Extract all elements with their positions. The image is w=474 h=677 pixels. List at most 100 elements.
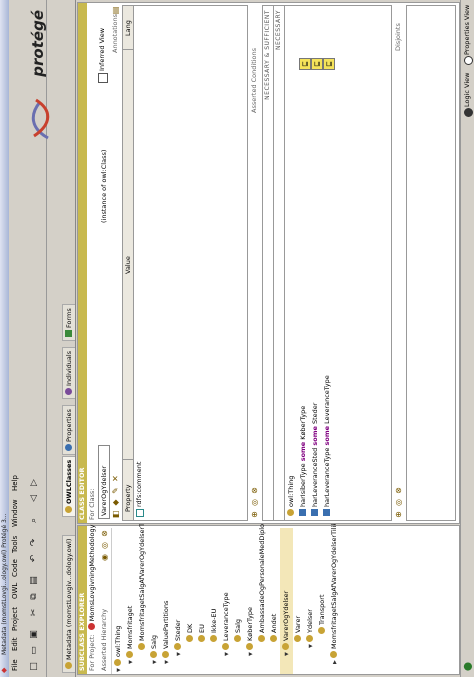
menu-project[interactable]: Project	[11, 607, 19, 631]
logo-swirl-icon	[31, 98, 50, 140]
back-icon[interactable]: ◁	[28, 492, 41, 505]
add-disjoint-class-icon[interactable]: ◎	[394, 498, 403, 507]
create-sibling-icon[interactable]: ◎	[100, 541, 109, 550]
condition-item[interactable]: harLeveranceSted some Steder	[311, 403, 319, 516]
open-icon[interactable]: ▭	[28, 644, 41, 657]
class-icon	[282, 643, 289, 650]
tree-item[interactable]: Ikke-EU	[208, 609, 220, 648]
table-row[interactable]: rdfs:comment	[135, 6, 145, 520]
annotations-label: Annotations	[111, 13, 119, 53]
logic-view-radio[interactable]	[464, 108, 473, 117]
collapse-icon: ▼	[248, 652, 254, 656]
tab-forms[interactable]: Forms	[62, 304, 75, 341]
table-header: Property Value Lang	[123, 6, 134, 520]
necessary-label: NECESSARY	[275, 10, 282, 51]
inherited-tag: ⊑	[323, 58, 335, 70]
collapse-icon: ▼	[224, 652, 230, 656]
collapse-icon: ▼	[128, 660, 134, 664]
tab-properties[interactable]: Properties	[62, 405, 75, 455]
class-icon	[270, 635, 277, 642]
edit-annotation-icon[interactable]: ✎	[111, 486, 120, 495]
tree-item-selected[interactable]: ▼VarerOgYdelser	[280, 528, 293, 674]
tree-item[interactable]: DK	[184, 624, 196, 648]
class-icon	[258, 635, 265, 642]
for-class-label: For Class:	[88, 488, 96, 520]
tab-owlclasses[interactable]: OWLClasses	[62, 455, 75, 517]
condition-item[interactable]: harLeveranceType some LeveranceType	[323, 375, 331, 516]
class-icon	[162, 651, 169, 658]
redo-icon[interactable]: ↷	[28, 536, 41, 549]
tree-item[interactable]: Transport	[316, 594, 328, 640]
menu-window[interactable]: Window	[11, 499, 19, 527]
tab-individuals[interactable]: Individuals	[62, 346, 75, 399]
add-value-icon[interactable]: ◆	[111, 498, 120, 507]
add-named-class-icon[interactable]: ◎	[250, 498, 259, 507]
delete-annotation-icon[interactable]: ✕	[111, 474, 120, 483]
subclass-explorer: SUBCLASS EXPLORER For Project: MomsLovgi…	[77, 489, 460, 675]
class-icon	[198, 635, 205, 642]
subclass-explorer-header: SUBCLASS EXPLORER	[78, 526, 87, 674]
toolbar: □ ▭ ▣ ✂ ⧉ ▤ ↶ ↷ ⌕ ◁ ▷ protégé	[24, 0, 50, 677]
inferred-view-checkbox[interactable]	[98, 73, 108, 83]
asserted-conditions-label: Asserted Conditions	[250, 47, 258, 113]
class-name-field[interactable]: VarerOgYdelser	[98, 445, 110, 519]
find-icon[interactable]: ⌕	[28, 514, 41, 527]
column-divider	[123, 49, 133, 50]
necessary-header: NECESSARY	[274, 6, 285, 520]
forward-icon[interactable]: ▷	[28, 476, 41, 489]
class-icon	[234, 635, 241, 642]
column-lang[interactable]: Lang	[124, 20, 132, 36]
collapse-icon: ▼	[284, 652, 290, 656]
menu-tools[interactable]: Tools	[11, 536, 19, 553]
class-icon	[318, 627, 325, 634]
tree-item[interactable]: Varer	[292, 616, 304, 648]
protege-logo: protégé	[26, 6, 56, 146]
class-editor-header: CLASS EDITOR	[78, 3, 87, 523]
forms-icon	[65, 330, 72, 337]
column-property[interactable]: Property	[124, 484, 132, 512]
class-icon	[138, 643, 145, 650]
create-subclass-icon[interactable]: ◉	[100, 553, 109, 562]
class-editor: CLASS EDITOR For Class: VarerOgYdelser (…	[77, 2, 460, 524]
menu-file[interactable]: File	[11, 659, 19, 671]
menu-help[interactable]: Help	[11, 475, 19, 491]
restriction-icon	[323, 509, 330, 516]
new-icon[interactable]: □	[28, 660, 41, 673]
tree-item[interactable]: ▶MomsfritagetSalgAfVarerOgYdelserTilikke…	[328, 503, 341, 664]
tab-bar: Metadata (momstLovgiv...dology.owl) OWLC…	[61, 0, 76, 677]
tree-item[interactable]: EU	[196, 624, 208, 648]
delete-class-icon[interactable]: ⊗	[100, 529, 109, 538]
instance-note: (instance of owl:Class)	[100, 149, 108, 223]
tree-item[interactable]: Salg	[232, 619, 244, 648]
condition-item[interactable]: harIsiberType some KøberType	[299, 406, 307, 516]
add-annotation-icon[interactable]: ◧	[111, 510, 120, 519]
collapse-icon: ▼	[116, 668, 122, 672]
inherited-tag: ⊑	[311, 58, 323, 70]
remove-disjoint-icon[interactable]: ⊗	[394, 486, 403, 495]
tab-metadata[interactable]: Metadata (momstLovgiv...dology.owl)	[62, 534, 75, 673]
menu-owl[interactable]: OWL	[11, 583, 19, 599]
remove-condition-icon[interactable]: ⊗	[250, 486, 259, 495]
add-disjoint-icon[interactable]: ⊕	[394, 510, 403, 519]
cut-icon[interactable]: ✂	[28, 606, 41, 619]
title-bar: ◆ Metadata (momstLovgi...ology.owl) Prot…	[0, 0, 9, 677]
expand-icon: ▶	[332, 660, 338, 664]
condition-item[interactable]: owl:Thing	[287, 476, 295, 516]
save-icon[interactable]: ▣	[28, 628, 41, 641]
create-restriction-icon[interactable]: ⊕	[250, 510, 259, 519]
class-icon	[210, 635, 217, 642]
undo-icon[interactable]: ↶	[28, 552, 41, 565]
paste-icon[interactable]: ▤	[28, 574, 41, 587]
class-icon	[294, 635, 301, 642]
project-icon	[88, 623, 95, 631]
class-icon	[150, 651, 157, 658]
column-value[interactable]: Value	[124, 256, 132, 274]
menu-edit[interactable]: Edit	[11, 637, 19, 651]
class-icon	[126, 651, 133, 658]
copy-icon[interactable]: ⧉	[28, 590, 41, 603]
status-icon: ⬤	[463, 662, 472, 671]
collapse-icon: ▼	[176, 652, 182, 656]
tree-item[interactable]: Andet	[268, 614, 280, 648]
menu-code[interactable]: Code	[11, 559, 19, 577]
properties-view-radio[interactable]	[464, 56, 473, 65]
